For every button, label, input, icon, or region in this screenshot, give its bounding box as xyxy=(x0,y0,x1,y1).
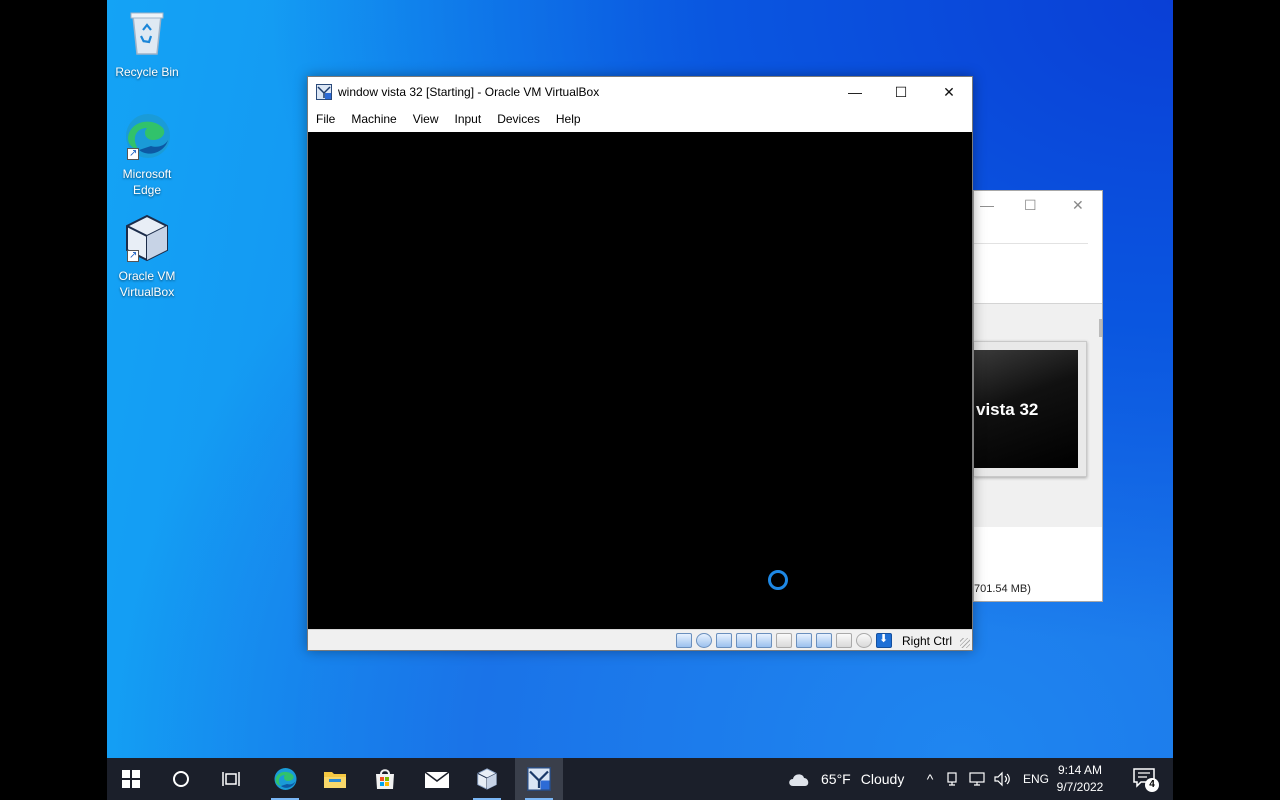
clock[interactable]: 9:14 AM 9/7/2022 xyxy=(1051,762,1109,796)
start-icon xyxy=(122,770,140,788)
taskbar-virtualbox-vm[interactable] xyxy=(515,758,563,800)
notification-count-badge: 4 xyxy=(1145,778,1159,792)
menu-help[interactable]: Help xyxy=(556,107,589,130)
vm-statusbar: Right Ctrl xyxy=(308,629,972,650)
menu-view[interactable]: View xyxy=(413,107,447,130)
network-icon[interactable] xyxy=(969,771,985,787)
manager-minimize-button[interactable]: — xyxy=(980,197,994,213)
shortcut-arrow-icon xyxy=(127,146,139,162)
taskbar-edge[interactable] xyxy=(261,758,309,800)
network-icon[interactable] xyxy=(736,633,752,648)
audio-icon[interactable] xyxy=(716,633,732,648)
search-icon xyxy=(173,771,189,787)
virtualbox-vm-icon xyxy=(316,84,332,100)
notifications-button[interactable]: 4 xyxy=(1133,768,1159,792)
display-icon[interactable] xyxy=(796,633,812,648)
vm-preview-screen: vista 32 xyxy=(974,350,1078,468)
shared-folders-icon[interactable] xyxy=(776,633,792,648)
resize-grip-icon[interactable] xyxy=(960,638,970,648)
system-tray: ^ ENG xyxy=(919,758,1049,800)
language-indicator[interactable]: ENG xyxy=(1023,772,1049,786)
task-view-icon xyxy=(222,772,240,786)
recycle-bin-icon xyxy=(121,8,173,60)
task-view-button[interactable] xyxy=(207,758,255,800)
clock-date: 9/7/2022 xyxy=(1056,780,1104,794)
start-button[interactable] xyxy=(107,758,155,800)
weather-widget[interactable]: 65°F Cloudy xyxy=(787,758,904,800)
vm-window[interactable]: window vista 32 [Starting] - Oracle VM V… xyxy=(307,76,973,651)
virtualbox-vm-icon xyxy=(527,767,551,791)
taskbar-virtualbox[interactable] xyxy=(463,758,511,800)
search-button[interactable] xyxy=(157,758,205,800)
host-key-label: Right Ctrl xyxy=(901,634,952,648)
manager-scrollbar[interactable] xyxy=(1099,319,1102,337)
cpu-icon[interactable] xyxy=(836,633,852,648)
screen: Recycle Bin Microsoft Edge xyxy=(0,0,1280,800)
edge-label-line2: Edge xyxy=(132,183,162,197)
desktop-icon-recycle-bin[interactable]: Recycle Bin xyxy=(107,8,187,80)
desktop-icon-virtualbox[interactable]: Oracle VM VirtualBox xyxy=(107,212,187,300)
host-key-arrow-icon[interactable] xyxy=(876,632,892,648)
disk-size-text: 701.54 MB) xyxy=(974,583,1031,595)
taskbar-file-explorer[interactable] xyxy=(311,758,359,800)
taskbar-microsoft-store[interactable] xyxy=(361,758,409,800)
weather-condition: Cloudy xyxy=(860,771,905,787)
vm-window-title: window vista 32 [Starting] - Oracle VM V… xyxy=(338,85,600,99)
shortcut-arrow-icon xyxy=(127,248,139,264)
divider xyxy=(974,243,1088,244)
vm-display[interactable] xyxy=(308,132,972,629)
virtualbox-icon xyxy=(477,768,497,790)
vm-preview-text: vista 32 xyxy=(976,400,1039,419)
vm-menubar: File Machine View Input Devices Help xyxy=(308,107,972,130)
video-capture-icon[interactable] xyxy=(816,633,832,648)
vm-minimize-button[interactable]: — xyxy=(832,77,878,107)
manager-maximize-button[interactable]: ☐ xyxy=(1024,197,1037,214)
vm-maximize-button[interactable]: ☐ xyxy=(878,77,924,107)
chevron-up-icon[interactable]: ^ xyxy=(919,771,941,787)
edge-icon xyxy=(121,110,173,162)
volume-icon[interactable] xyxy=(993,771,1011,787)
loading-spinner-icon xyxy=(768,570,788,590)
menu-input[interactable]: Input xyxy=(455,107,490,130)
taskbar-mail[interactable] xyxy=(413,758,461,800)
recycle-bin-label: Recycle Bin xyxy=(115,65,179,79)
menu-file[interactable]: File xyxy=(316,107,343,130)
menu-machine[interactable]: Machine xyxy=(351,107,404,130)
file-explorer-icon xyxy=(324,772,346,788)
manager-close-button[interactable]: ✕ xyxy=(1072,197,1084,214)
optical-drive-icon[interactable] xyxy=(696,633,712,648)
cloud-icon xyxy=(789,774,809,786)
vm-titlebar[interactable]: window vista 32 [Starting] - Oracle VM V… xyxy=(308,77,972,107)
vm-close-button[interactable]: ✕ xyxy=(926,77,972,107)
virtualbox-label-line1: Oracle VM xyxy=(118,269,176,283)
virtualbox-label-line2: VirtualBox xyxy=(119,285,175,299)
taskbar: 65°F Cloudy ^ ENG 9:14 AM 9/7/2022 4 xyxy=(107,758,1173,800)
weather-temperature: 65°F xyxy=(821,771,851,787)
clock-time: 9:14 AM xyxy=(1057,763,1103,777)
usb-icon[interactable] xyxy=(756,633,772,648)
mouse-integration-icon[interactable] xyxy=(856,633,872,648)
network-adapter-icon[interactable] xyxy=(945,771,961,787)
virtualbox-icon xyxy=(121,212,173,264)
status-icons xyxy=(676,632,892,648)
edge-label-line1: Microsoft xyxy=(122,167,172,181)
hard-disk-icon[interactable] xyxy=(676,633,692,648)
edge-icon xyxy=(274,768,297,790)
vm-preview: vista 32 xyxy=(974,341,1087,477)
microsoft-store-icon xyxy=(376,769,394,789)
desktop-icon-edge[interactable]: Microsoft Edge xyxy=(107,110,187,198)
manager-titlebar[interactable]: — ☐ ✕ xyxy=(974,191,1102,221)
menu-devices[interactable]: Devices xyxy=(497,107,548,130)
mail-icon xyxy=(424,771,450,788)
virtualbox-manager-window[interactable]: — ☐ ✕ vista 32 701.54 MB) xyxy=(973,190,1103,602)
